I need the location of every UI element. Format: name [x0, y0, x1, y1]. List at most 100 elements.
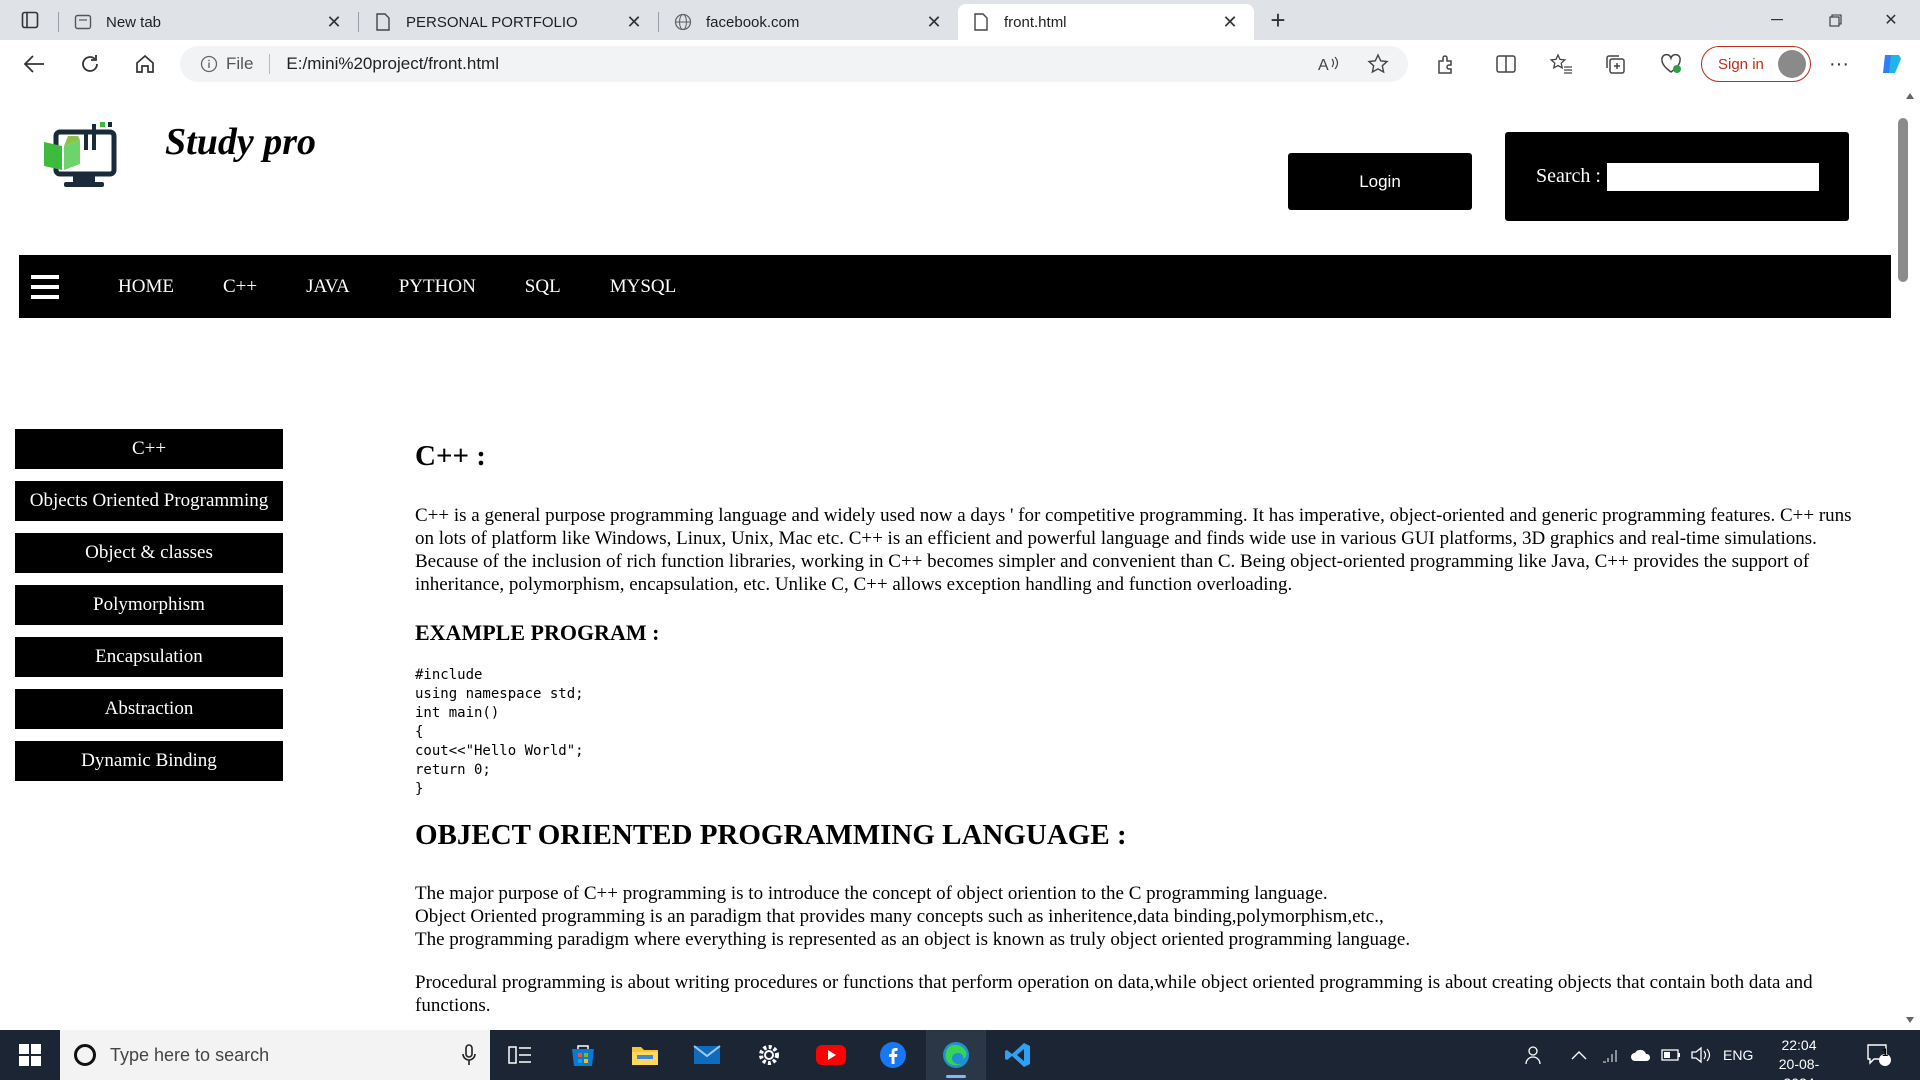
more-options-icon[interactable]: ··· — [1825, 50, 1853, 78]
close-tab-icon[interactable]: ✕ — [1220, 12, 1240, 33]
tab-front-html[interactable]: front.html ✕ — [958, 4, 1254, 40]
close-tab-icon[interactable]: ✕ — [324, 12, 344, 33]
split-screen-icon[interactable] — [1492, 50, 1520, 78]
browser-essentials-icon[interactable] — [1657, 50, 1685, 78]
cpp-intro-paragraph: C++ is a general purpose programming lan… — [415, 505, 1852, 595]
favorites-icon[interactable] — [1547, 50, 1575, 78]
nav-mysql[interactable]: MYSQL — [610, 276, 677, 298]
nav-python[interactable]: PYTHON — [399, 276, 476, 298]
example-code-block: #include using namespace std; int main()… — [415, 667, 584, 797]
example-program-heading: EXAMPLE PROGRAM : — [415, 620, 660, 645]
notifications-icon[interactable]: 1 — [1866, 1030, 1892, 1080]
scroll-down-icon[interactable] — [1905, 1016, 1915, 1024]
globe-icon — [674, 13, 692, 31]
close-window-icon[interactable]: ✕ — [1862, 0, 1920, 40]
tab-title: front.html — [1004, 13, 1067, 31]
taskbar: Type here to search ENG 22:04 20-08- 1 — [0, 1030, 1920, 1080]
url-text[interactable]: E:/mini%20project/front.html — [286, 54, 499, 74]
page-icon — [374, 13, 392, 31]
copilot-icon[interactable] — [1878, 50, 1906, 78]
new-tab-button[interactable]: + — [1264, 5, 1292, 35]
oop-paragraph: The major purpose of C++ programming is … — [415, 882, 1875, 951]
nav-sql[interactable]: SQL — [525, 276, 561, 298]
sidebar-item-object-classes[interactable]: Object & classes — [15, 533, 283, 573]
tab-title: facebook.com — [706, 13, 800, 31]
home-icon[interactable] — [131, 50, 159, 78]
sign-in-button[interactable]: Sign in — [1701, 46, 1811, 82]
study-logo-icon — [40, 120, 124, 192]
oop-line: Object Oriented programming is an paradi… — [415, 906, 1384, 927]
clock-date: 20-08-2024 — [1778, 1056, 1820, 1080]
task-view-icon[interactable] — [490, 1030, 550, 1080]
clock-time: 22:04 — [1781, 1037, 1817, 1053]
nav-home[interactable]: HOME — [118, 276, 174, 298]
language-indicator[interactable]: ENG — [1723, 1030, 1753, 1080]
settings-gear-icon[interactable] — [739, 1030, 799, 1080]
tab-personal-portfolio[interactable]: PERSONAL PORTFOLIO ✕ — [360, 4, 658, 40]
tab-title: PERSONAL PORTFOLIO — [406, 13, 578, 31]
cpp-heading: C++ : — [415, 440, 486, 472]
people-icon[interactable] — [1525, 1030, 1545, 1080]
scheme-label: File — [226, 54, 254, 73]
close-tab-icon[interactable]: ✕ — [624, 12, 644, 33]
search-box: Search : — [1505, 132, 1849, 221]
tab-actions-icon[interactable] — [10, 8, 50, 32]
vscode-icon[interactable] — [988, 1030, 1048, 1080]
network-icon[interactable] — [1601, 1030, 1621, 1080]
sidebar-item-abstraction[interactable]: Abstraction — [15, 689, 283, 729]
file-explorer-icon[interactable] — [615, 1030, 675, 1080]
page-viewport: Study pro Login Search : HOME C++ JAVA P… — [0, 88, 1900, 1030]
scrollbar-thumb[interactable] — [1898, 118, 1908, 282]
sidebar-item-cpp[interactable]: C++ — [15, 429, 283, 469]
oop-line: The programming paradigm where everythin… — [415, 929, 1411, 950]
microphone-icon[interactable] — [462, 1044, 476, 1066]
show-hidden-icons-chevron-icon[interactable] — [1571, 1030, 1587, 1080]
system-clock[interactable]: 22:04 20-08-2024 — [1764, 1036, 1834, 1080]
newtab-icon — [74, 13, 92, 31]
mail-icon[interactable] — [677, 1030, 737, 1080]
tab-facebook[interactable]: facebook.com ✕ — [660, 4, 958, 40]
main-content: C++ : C++ is a general purpose programmi… — [415, 440, 1875, 1017]
collections-icon[interactable] — [1601, 50, 1629, 78]
info-icon — [200, 55, 218, 73]
tab-separator — [658, 12, 659, 32]
edge-browser-icon[interactable] — [926, 1030, 986, 1080]
site-info[interactable]: File — [200, 54, 253, 74]
facebook-icon[interactable] — [863, 1030, 923, 1080]
windows-start-icon[interactable] — [0, 1030, 60, 1080]
brand-title: Study pro — [165, 121, 316, 163]
oop-heading: OBJECT ORIENTED PROGRAMMING LANGUAGE : — [415, 819, 1127, 851]
nav-cpp[interactable]: C++ — [223, 276, 257, 298]
minimize-icon[interactable] — [1748, 0, 1806, 40]
refresh-icon[interactable] — [76, 50, 104, 78]
sidebar-item-oop[interactable]: Objects Oriented Programming — [15, 481, 283, 521]
volume-icon[interactable] — [1690, 1030, 1712, 1080]
extensions-icon[interactable] — [1432, 50, 1460, 78]
tab-new-tab[interactable]: New tab ✕ — [60, 4, 358, 40]
close-tab-icon[interactable]: ✕ — [924, 12, 944, 33]
sidebar-item-dynamic-binding[interactable]: Dynamic Binding — [15, 741, 283, 781]
sidebar-item-encapsulation[interactable]: Encapsulation — [15, 637, 283, 677]
nav-java[interactable]: JAVA — [306, 276, 350, 298]
battery-icon[interactable] — [1661, 1030, 1681, 1080]
hamburger-menu-icon[interactable] — [31, 273, 59, 301]
store-icon[interactable] — [553, 1030, 613, 1080]
tab-strip: New tab ✕ PERSONAL PORTFOLIO ✕ facebook.… — [0, 0, 1920, 40]
profile-avatar — [1778, 50, 1806, 78]
taskbar-search[interactable]: Type here to search — [60, 1030, 490, 1080]
topic-sidebar: C++ Objects Oriented Programming Object … — [15, 429, 283, 793]
favorite-star-icon[interactable] — [1364, 50, 1392, 78]
address-bar[interactable]: File E:/mini%20project/front.html — [180, 46, 1408, 82]
sidebar-item-polymorphism[interactable]: Polymorphism — [15, 585, 283, 625]
restore-icon[interactable] — [1806, 0, 1864, 40]
oop-line: The major purpose of C++ programming is … — [415, 883, 1328, 904]
search-input[interactable] — [1606, 162, 1819, 191]
read-aloud-icon[interactable]: A — [1315, 50, 1343, 78]
back-icon[interactable] — [20, 50, 48, 78]
onedrive-cloud-icon[interactable] — [1630, 1030, 1652, 1080]
login-button[interactable]: Login — [1288, 153, 1472, 210]
scroll-up-icon[interactable] — [1905, 92, 1915, 100]
tab-separator — [58, 12, 59, 32]
page-icon — [972, 13, 990, 31]
youtube-icon[interactable] — [801, 1030, 861, 1080]
